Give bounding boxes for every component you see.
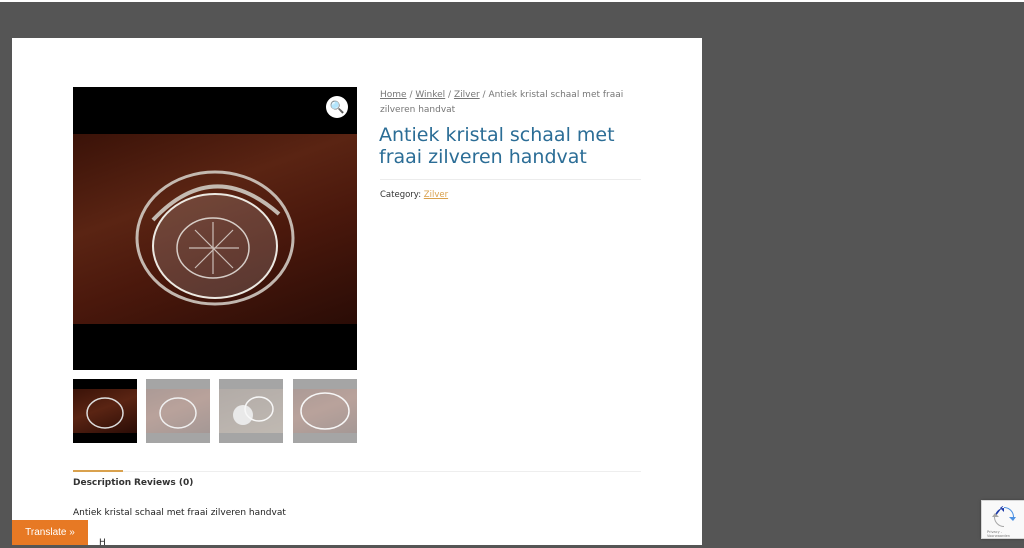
- product-photo: [73, 134, 357, 324]
- recaptcha-badge[interactable]: Privacy - Voorwaarden: [981, 500, 1024, 539]
- breadcrumb-home-link[interactable]: Home: [380, 90, 407, 100]
- product-main-image[interactable]: 🔍: [73, 87, 357, 370]
- category-link[interactable]: Zilver: [424, 190, 448, 200]
- product-card: 🔍 Home / Winkel / Zilver / Antiek krista…: [12, 38, 702, 548]
- breadcrumb-shop-link[interactable]: Winkel: [415, 90, 445, 100]
- top-strip: [0, 0, 1024, 2]
- gallery-thumbnail-4[interactable]: [293, 379, 357, 443]
- breadcrumb-separator: /: [445, 90, 454, 100]
- magnifier-icon: 🔍: [329, 100, 345, 114]
- title-divider: [380, 179, 641, 180]
- tab-description[interactable]: Description: [73, 478, 131, 488]
- gallery-thumbnail-1[interactable]: [73, 379, 137, 443]
- breadcrumb: Home / Winkel / Zilver / Antiek kristal …: [380, 88, 642, 118]
- recaptcha-icon: [992, 505, 1016, 532]
- product-meta: Category: Zilver: [380, 190, 448, 200]
- tab-reviews[interactable]: Reviews (0): [134, 478, 193, 488]
- gallery-thumbnail-2[interactable]: [146, 379, 210, 443]
- product-title: Antiek kristal schaal met fraai zilveren…: [379, 124, 615, 168]
- description-continued: H: [99, 538, 106, 548]
- zoom-button[interactable]: 🔍: [326, 96, 348, 118]
- recaptcha-footer[interactable]: Privacy - Voorwaarden: [987, 530, 1024, 538]
- category-label: Category:: [380, 190, 424, 200]
- gallery-thumbnail-3[interactable]: [219, 379, 283, 443]
- tabs-divider: [73, 471, 641, 472]
- translate-button[interactable]: Translate »: [12, 520, 88, 545]
- active-tab-indicator: [73, 470, 123, 472]
- breadcrumb-category-link[interactable]: Zilver: [454, 90, 480, 100]
- description-text: Antiek kristal schaal met fraai zilveren…: [73, 508, 286, 518]
